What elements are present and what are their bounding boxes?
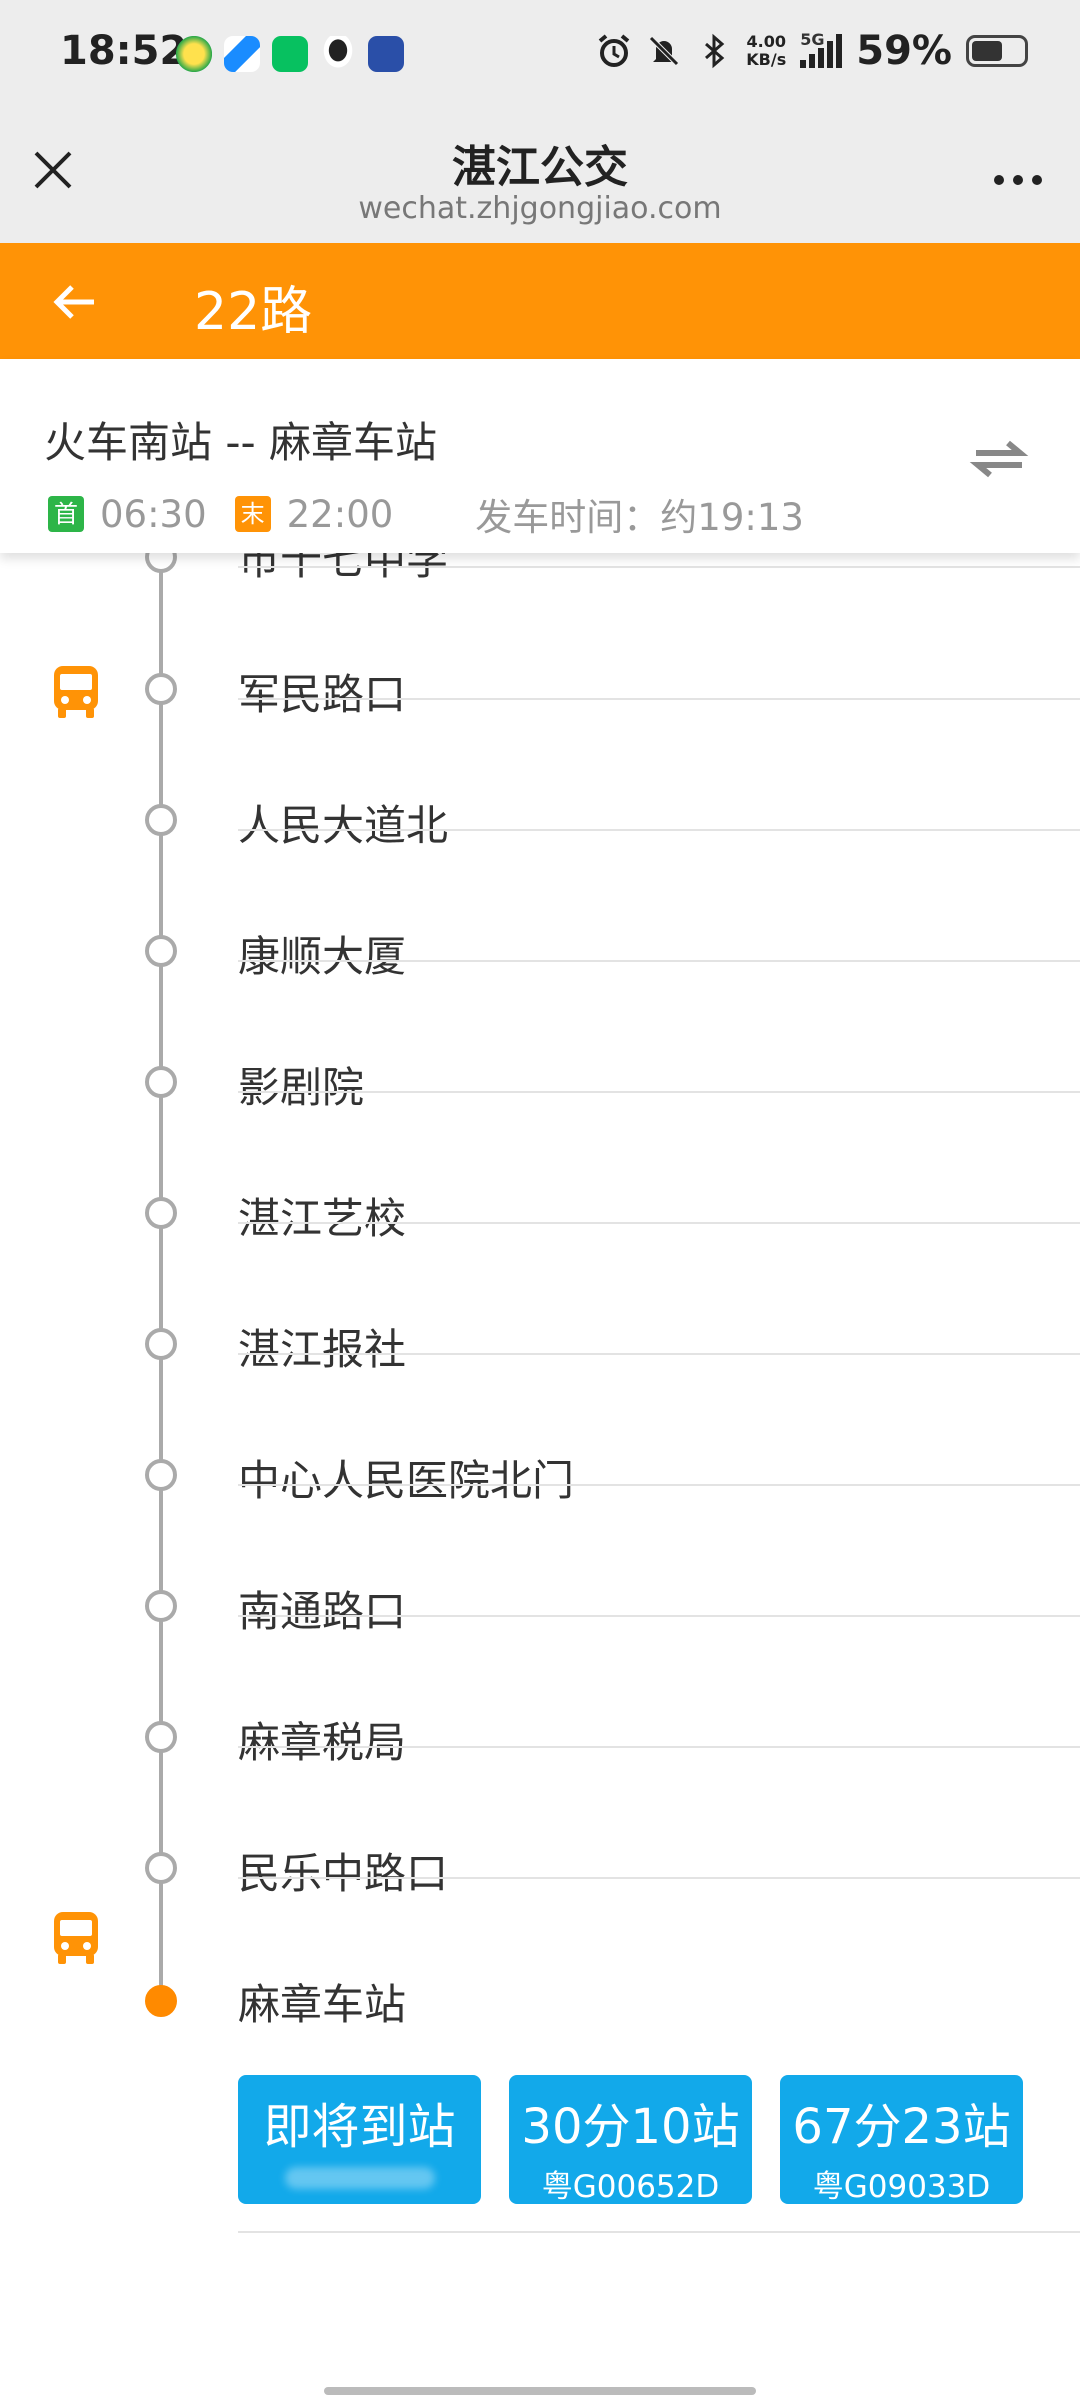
route-direction: 火车南站 -- 麻章车站 (44, 418, 438, 467)
notification-icons (176, 36, 404, 72)
status-right: 4.00 KB/s 5G 59% (596, 28, 1028, 74)
arrival-plate: 粤G09033D (812, 2169, 991, 2205)
route-number: 22路 (194, 282, 313, 342)
status-time: 18:52 (60, 28, 188, 74)
bus-icon[interactable] (50, 1910, 102, 1966)
signal-icon: 5G (800, 30, 843, 68)
net-speed-value: 4.00 (746, 32, 786, 51)
bluetooth-icon (705, 33, 725, 69)
stop-item[interactable]: 湛江艺校 (0, 1092, 1080, 1243)
alarm-icon (599, 34, 630, 67)
first-bus-tag: 首 (48, 496, 84, 532)
more-icon[interactable] (994, 175, 1042, 185)
home-indicator[interactable] (324, 2387, 756, 2395)
route-times: 首 06:30 末 22:00 发车时间：约19:13 (48, 487, 804, 541)
page-url: wechat.zhjgongjiao.com (358, 191, 722, 226)
back-arrow-icon[interactable] (50, 277, 100, 327)
divider (238, 2231, 1080, 2233)
arrival-eta: 即将到站 (263, 2099, 456, 2155)
status-bar: 18:52 4.00 KB/s 5G 59% (0, 0, 1080, 115)
stop-name: 麻章车站 (238, 1980, 407, 2029)
stop-item[interactable]: 中心人民医院北门 (0, 1354, 1080, 1505)
route-card: 火车南站 -- 麻章车站 首 06:30 末 22:00 发车时间：约19:13 (0, 359, 1080, 553)
plate-blurred (284, 2167, 435, 2189)
route-header: 22路 (0, 243, 1080, 359)
last-bus-time: 22:00 (286, 492, 394, 536)
arrival-button-1[interactable]: 即将到站 (238, 2075, 481, 2204)
stop-item[interactable]: 军民路口 (0, 568, 1080, 719)
terminal-dot (145, 1985, 177, 2017)
arrival-plate: 粤G00652D (541, 2169, 720, 2205)
stop-item[interactable]: 湛江报社 (0, 1223, 1080, 1374)
battery-icon (966, 35, 1028, 67)
qq-icon (320, 36, 356, 72)
swap-direction-icon[interactable] (968, 431, 1030, 487)
arrival-eta: 30分10站 (521, 2099, 740, 2155)
network-type: 5G (800, 30, 825, 49)
arrival-list: 即将到站 30分10站 粤G00652D 67分23站 粤G09033D (238, 2075, 1023, 2205)
net-speed-unit: KB/s (746, 50, 787, 69)
arrival-button-2[interactable]: 30分10站 粤G00652D (509, 2075, 752, 2205)
first-bus-time: 06:30 (100, 492, 207, 536)
stop-item[interactable]: 影剧院 (0, 961, 1080, 1112)
stop-item[interactable]: 南通路口 (0, 1485, 1080, 1636)
stop-item[interactable]: 民乐中路口 (0, 1747, 1080, 1898)
news-app-icon (368, 36, 404, 72)
mute-icon (649, 36, 680, 66)
wechat-icon (272, 36, 308, 72)
last-bus-tag: 末 (234, 496, 271, 532)
bus-icon[interactable] (50, 664, 102, 720)
stop-item[interactable]: 人民大道北 (0, 699, 1080, 850)
page-title: 湛江公交 (452, 142, 628, 193)
stop-item[interactable]: 麻章税局 (0, 1616, 1080, 1767)
arrival-button-3[interactable]: 67分23站 粤G09033D (780, 2075, 1023, 2205)
stop-item[interactable]: 康顺大厦 (0, 830, 1080, 981)
arrival-eta: 67分23站 (792, 2099, 1011, 2155)
net-speed: 4.00 KB/s (746, 33, 786, 69)
app-icon-1 (176, 36, 212, 72)
stop-item-terminal[interactable]: 麻章车站 (0, 1878, 1080, 2029)
app-icon-2 (224, 36, 260, 72)
departure-time: 发车时间：约19:13 (475, 496, 804, 539)
battery-percent: 59% (856, 28, 952, 74)
webview-titlebar: 湛江公交 wechat.zhjgongjiao.com (0, 115, 1080, 243)
